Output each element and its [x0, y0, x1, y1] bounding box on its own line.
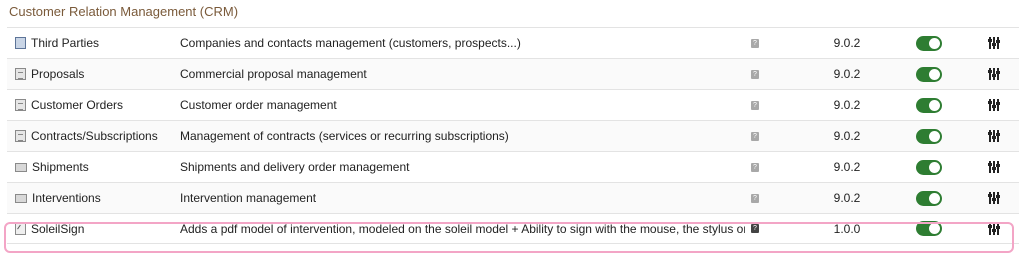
document-icon: [15, 130, 26, 142]
module-enabled-toggle[interactable]: [916, 97, 942, 113]
document-icon: [15, 68, 26, 80]
module-version: 1.0.0: [833, 221, 861, 236]
module-row-customer-orders: Customer Orders Customer order managemen…: [7, 89, 1019, 120]
module-name: Contracts/Subscriptions: [31, 129, 158, 143]
settings-icon[interactable]: [988, 99, 1000, 111]
help-icon[interactable]: ?: [751, 38, 759, 48]
truck-icon: [15, 193, 27, 203]
module-version: 9.0.2: [833, 36, 861, 50]
module-description: Shipments and delivery order management: [180, 160, 410, 174]
module-version: 9.0.2: [833, 129, 861, 143]
module-version: 9.0.2: [833, 191, 861, 205]
module-row-soleilsign: SoleilSign Adds a pdf model of intervent…: [7, 213, 1019, 244]
module-version: 9.0.2: [833, 98, 861, 112]
module-version: 9.0.2: [833, 160, 861, 174]
module-row-shipments: Shipments Shipments and delivery order m…: [7, 151, 1019, 182]
help-icon[interactable]: ?: [751, 69, 759, 79]
module-enabled-toggle[interactable]: [916, 66, 942, 82]
help-icon[interactable]: ?: [751, 162, 759, 172]
settings-icon[interactable]: [988, 37, 1000, 49]
module-name: Third Parties: [31, 36, 100, 50]
module-name: SoleilSign: [31, 221, 85, 236]
help-icon[interactable]: ?: [751, 224, 759, 233]
module-description: Customer order management: [180, 98, 337, 112]
settings-icon[interactable]: [988, 68, 1000, 80]
module-enabled-toggle[interactable]: [916, 128, 942, 144]
modules-table: Third Parties Companies and contacts man…: [7, 27, 1019, 244]
module-enabled-toggle[interactable]: [916, 35, 942, 51]
module-version: 9.0.2: [833, 67, 861, 81]
module-row-interventions: Interventions Intervention management ? …: [7, 182, 1019, 213]
module-row-third-parties: Third Parties Companies and contacts man…: [7, 27, 1019, 58]
module-row-proposals: Proposals Commercial proposal management…: [7, 58, 1019, 89]
section-title: Customer Relation Management (CRM): [9, 4, 239, 19]
help-icon[interactable]: ?: [751, 193, 759, 203]
module-name: Shipments: [32, 160, 89, 174]
help-icon[interactable]: ?: [751, 131, 759, 141]
help-icon[interactable]: ?: [751, 100, 759, 110]
document-icon: [15, 99, 26, 111]
module-name: Customer Orders: [31, 98, 124, 112]
truck-icon: [15, 162, 27, 172]
module-name: Proposals: [31, 67, 85, 81]
settings-icon[interactable]: [988, 192, 1000, 204]
module-row-contracts: Contracts/Subscriptions Management of co…: [7, 120, 1019, 151]
module-description: Companies and contacts management (custo…: [180, 36, 521, 50]
module-enabled-toggle[interactable]: [916, 159, 942, 175]
module-enabled-toggle[interactable]: [916, 190, 942, 206]
module-description: Adds a pdf model of intervention, modele…: [180, 221, 745, 236]
third-parties-icon: [15, 37, 26, 49]
settings-icon[interactable]: [988, 130, 1000, 142]
module-name: Interventions: [32, 191, 101, 205]
module-description: Intervention management: [180, 191, 317, 205]
settings-icon[interactable]: [988, 161, 1000, 173]
settings-icon[interactable]: [988, 222, 1000, 235]
signature-icon: [15, 222, 26, 235]
module-description: Management of contracts (services or rec…: [180, 129, 509, 143]
module-enabled-toggle[interactable]: [916, 221, 942, 236]
module-description: Commercial proposal management: [180, 67, 367, 81]
